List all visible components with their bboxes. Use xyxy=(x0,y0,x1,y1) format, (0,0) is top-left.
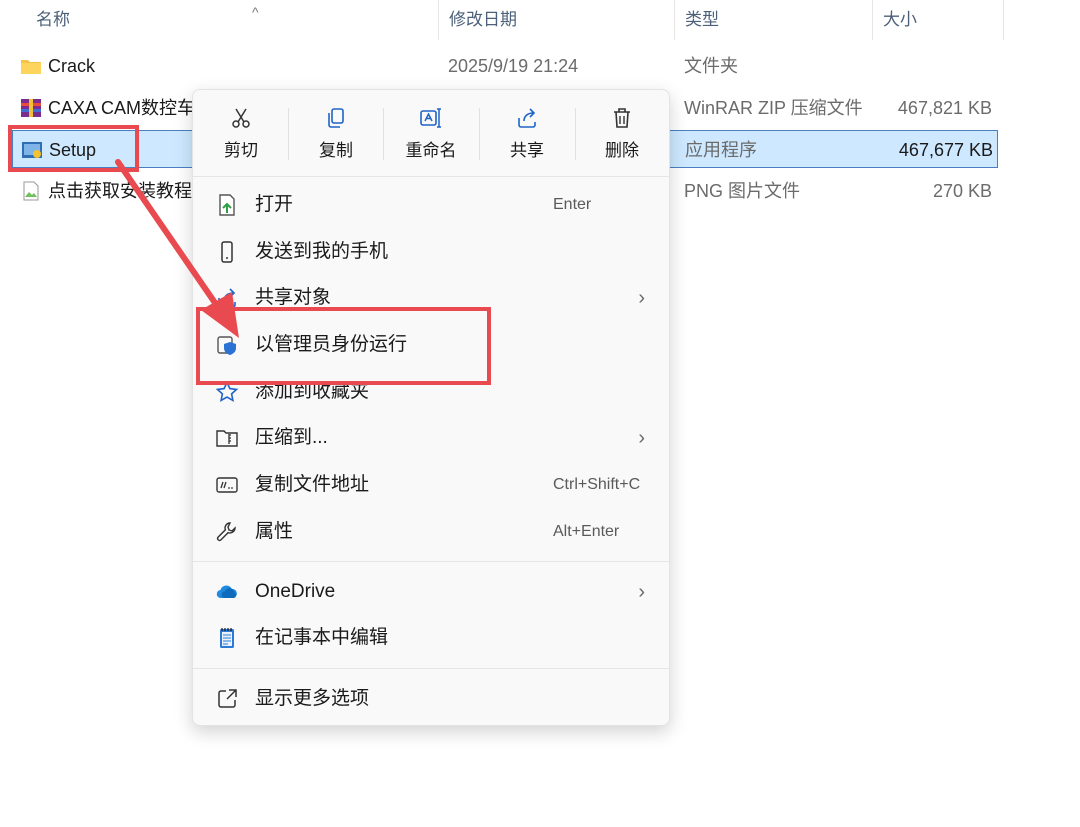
menu-item-label: OneDrive xyxy=(255,581,336,602)
scissors-icon xyxy=(232,108,250,128)
menu-item-label: 显示更多选项 xyxy=(255,688,370,709)
rename-label: 重命名 xyxy=(405,141,457,160)
file-row[interactable]: Crack 2025/9/19 21:24 文件夹 xyxy=(12,47,998,85)
file-date: 2025/9/19 21:24 xyxy=(448,56,579,76)
menu-item-onedrive[interactable]: OneDrive › xyxy=(199,570,663,614)
admin-shield-icon xyxy=(217,336,236,355)
rename-button[interactable]: 重命名 xyxy=(385,98,477,168)
file-size xyxy=(872,47,992,85)
menu-item-label: 复制文件地址 xyxy=(255,474,370,495)
context-menu: 剪切 复制 重命名 共享 删除 打开 Enter 发送到我的手机 共享对象 › … xyxy=(192,89,670,726)
menu-item-send-to-phone[interactable]: 发送到我的手机 xyxy=(199,230,663,274)
wrench-icon xyxy=(216,522,236,542)
zip-folder-icon xyxy=(216,430,238,447)
onedrive-cloud-icon xyxy=(216,585,237,599)
menu-divider xyxy=(193,668,669,669)
menu-item-show-more-options[interactable]: 显示更多选项 xyxy=(199,677,663,721)
share-icon xyxy=(218,288,236,308)
menu-item-open[interactable]: 打开 Enter xyxy=(199,183,663,227)
file-name: Setup xyxy=(49,140,97,160)
column-header-type[interactable]: 类型 xyxy=(674,0,872,40)
file-type: 应用程序 xyxy=(685,140,757,160)
menu-item-label: 在记事本中编辑 xyxy=(255,627,389,648)
open-icon xyxy=(219,194,235,216)
column-header-row: 名称 ^ 修改日期 类型 大小 xyxy=(0,0,1080,40)
rename-icon xyxy=(420,108,441,128)
file-name: 点击获取安装教程 xyxy=(48,181,192,201)
copy-label: 复制 xyxy=(319,141,353,160)
chevron-right-icon: › xyxy=(638,427,645,449)
copy-button[interactable]: 复制 xyxy=(290,98,382,168)
sort-ascending-icon: ^ xyxy=(252,4,259,20)
separator xyxy=(479,108,480,160)
menu-divider xyxy=(193,561,669,562)
menu-item-share-with[interactable]: 共享对象 › xyxy=(199,276,663,320)
file-name: CAXA CAM数控车 xyxy=(48,98,196,118)
cut-label: 剪切 xyxy=(224,141,258,160)
menu-item-shortcut: Enter xyxy=(553,196,592,213)
file-type: 文件夹 xyxy=(684,56,738,76)
file-name: Crack xyxy=(48,56,96,76)
menu-item-edit-in-notepad[interactable]: 在记事本中编辑 xyxy=(199,616,663,660)
copy-path-icon xyxy=(216,477,238,493)
share-label: 共享 xyxy=(510,141,544,160)
column-header-name[interactable]: 名称 ^ xyxy=(26,0,438,40)
menu-item-add-to-favorites[interactable]: 添加到收藏夹 xyxy=(199,370,663,414)
trash-icon xyxy=(614,108,630,128)
share-button[interactable]: 共享 xyxy=(481,98,573,168)
file-type: WinRAR ZIP 压缩文件 xyxy=(684,98,863,118)
png-image-icon xyxy=(23,181,39,201)
show-more-icon xyxy=(218,689,237,708)
copy-icon xyxy=(328,108,344,128)
delete-label: 删除 xyxy=(605,141,639,160)
separator xyxy=(383,108,384,160)
menu-item-compress-to[interactable]: 压缩到... › xyxy=(199,416,663,460)
setup-exe-icon xyxy=(22,142,42,158)
menu-item-label: 打开 xyxy=(255,194,294,215)
share-icon xyxy=(518,108,536,128)
phone-icon xyxy=(221,241,233,263)
menu-item-run-as-admin[interactable]: 以管理员身份运行 xyxy=(199,323,663,367)
winrar-archive-icon xyxy=(21,99,41,117)
cut-button[interactable]: 剪切 xyxy=(195,98,287,168)
separator xyxy=(288,108,289,160)
menu-item-label: 压缩到... xyxy=(255,427,328,448)
column-header-date[interactable]: 修改日期 xyxy=(438,0,674,40)
menu-item-shortcut: Alt+Enter xyxy=(553,523,620,540)
chevron-right-icon: › xyxy=(638,581,645,603)
star-icon xyxy=(215,380,239,402)
file-size: 467,677 KB xyxy=(898,140,993,160)
quick-actions-bar: 剪切 复制 重命名 共享 删除 xyxy=(193,90,669,177)
menu-item-label: 添加到收藏夹 xyxy=(255,381,370,402)
menu-item-shortcut: Ctrl+Shift+C xyxy=(553,476,641,493)
menu-item-label: 属性 xyxy=(255,521,294,542)
notepad-icon xyxy=(220,628,234,648)
menu-item-label: 发送到我的手机 xyxy=(255,241,389,262)
file-size: 270 KB xyxy=(932,181,992,201)
menu-item-properties[interactable]: 属性 Alt+Enter xyxy=(199,510,663,554)
file-size: 467,821 KB xyxy=(897,98,992,118)
delete-button[interactable]: 删除 xyxy=(576,98,668,168)
menu-item-label: 以管理员身份运行 xyxy=(255,334,408,355)
folder-icon xyxy=(21,60,41,74)
menu-item-copy-path[interactable]: 复制文件地址 Ctrl+Shift+C xyxy=(199,463,663,507)
column-header-size[interactable]: 大小 xyxy=(872,0,1004,40)
chevron-right-icon: › xyxy=(638,287,645,309)
menu-item-label: 共享对象 xyxy=(255,287,332,308)
file-type: PNG 图片文件 xyxy=(684,181,801,201)
